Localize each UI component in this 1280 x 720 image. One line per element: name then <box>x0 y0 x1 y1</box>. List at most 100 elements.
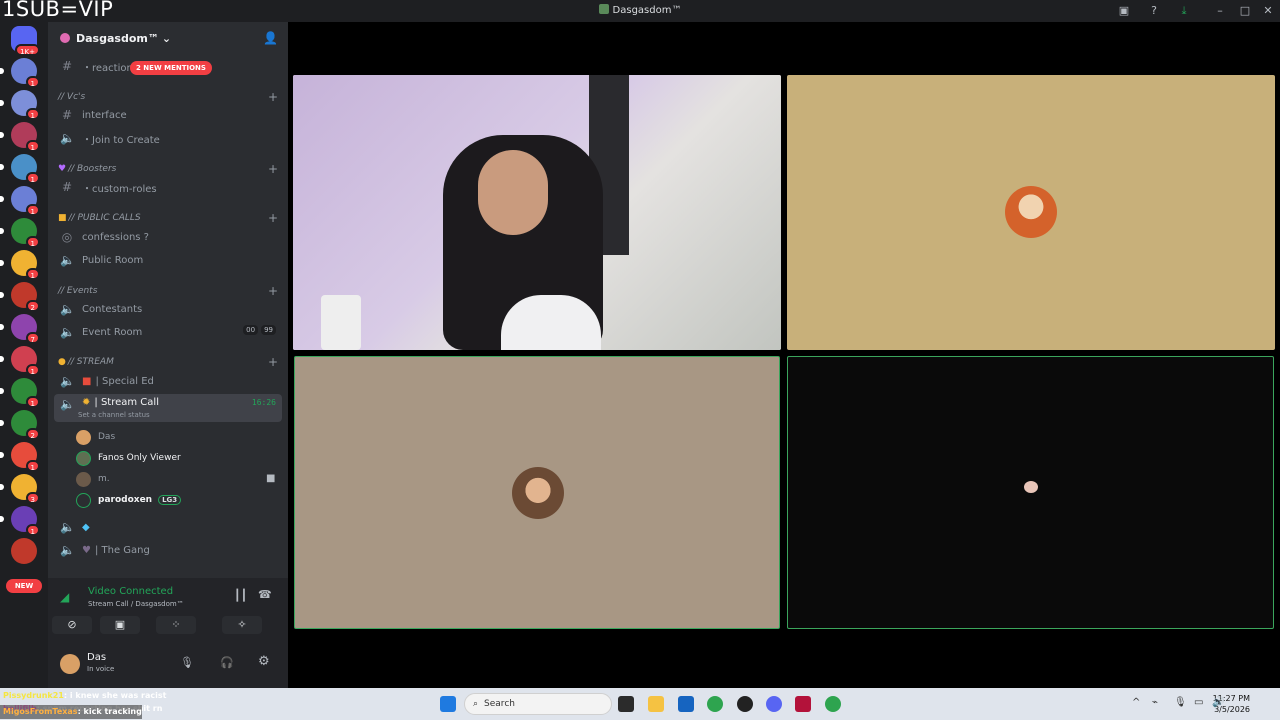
server-icon[interactable]: 1 <box>0 506 40 536</box>
add-channel-icon[interactable]: + <box>268 284 278 298</box>
channel-contestants[interactable]: 🔈 Contestants <box>54 299 282 319</box>
book-icon: ■ <box>82 375 92 387</box>
unread-pip <box>0 228 4 234</box>
microphone-icon[interactable]: 🎙 <box>1174 697 1187 708</box>
help-icon[interactable]: ? <box>1146 3 1162 19</box>
server-icon[interactable]: 3 <box>0 474 40 504</box>
file-explorer-icon[interactable] <box>648 696 664 712</box>
notification-badge: 2 <box>25 428 40 440</box>
server-icon[interactable]: 2 <box>0 282 40 312</box>
screen-share-button[interactable]: ▣ <box>100 616 140 634</box>
category-events[interactable]: // Events + <box>54 283 282 299</box>
channel-interface[interactable]: # interface <box>54 105 282 125</box>
channel-join-to-create[interactable]: 🔈 ・Join to Create <box>54 128 282 148</box>
tray-chevron-icon[interactable]: ^ <box>1132 697 1140 708</box>
participant-avatar <box>512 467 564 519</box>
soundboard-button[interactable]: ✧ <box>222 616 262 634</box>
avatar <box>76 471 91 487</box>
notification-badge: 1 <box>25 460 40 472</box>
channel-stream-call[interactable]: 🔈 ✹ | Stream Call 16:26 Set a channel st… <box>54 394 282 422</box>
server-icon[interactable]: 1 <box>0 378 40 408</box>
voice-user[interactable]: Das <box>76 427 115 447</box>
server-icon[interactable]: 7 <box>0 314 40 344</box>
category-stream[interactable]: ●// STREAM + <box>54 354 282 370</box>
unread-pip <box>0 260 4 266</box>
server-icon[interactable]: 1 <box>0 154 40 184</box>
unread-pip <box>0 164 4 170</box>
voice-user[interactable]: m. <box>76 469 110 489</box>
screen-share-icon[interactable]: ▣ <box>1116 3 1132 19</box>
avatar[interactable] <box>60 654 80 674</box>
server-header[interactable]: Dasgasdom™ ⌄ 👤 <box>48 22 288 54</box>
video-tile-avatar[interactable] <box>787 356 1274 629</box>
channel-custom-roles[interactable]: # ・custom-roles <box>54 177 282 197</box>
channel-event-room[interactable]: 🔈 Event Room 00 99 <box>54 322 282 342</box>
server-icon[interactable]: 1 <box>0 442 40 472</box>
signal-icon[interactable]: ◢ <box>60 590 69 604</box>
channel-status[interactable]: Set a channel status <box>78 411 150 419</box>
system-clock[interactable]: 11:27 PM 3/5/2026 <box>1200 693 1250 715</box>
category-public-calls[interactable]: ■// PUBLIC CALLS + <box>54 210 282 226</box>
server-icon[interactable]: 1 <box>0 218 40 248</box>
clock-time: 11:27 PM <box>1212 694 1250 703</box>
channel-confessions[interactable]: ◎ confessions ? <box>54 227 282 247</box>
channel-public-room[interactable]: 🔈 Public Room <box>54 250 282 270</box>
user-limit: 99 <box>261 325 276 335</box>
channel-gem[interactable]: 🔈 ◆ <box>54 517 282 537</box>
discord-icon[interactable] <box>766 696 782 712</box>
camera-toggle-button[interactable]: ⊘ <box>52 616 92 634</box>
category-boosters[interactable]: ♥// Boosters + <box>54 161 282 177</box>
chrome-icon[interactable] <box>825 696 841 712</box>
video-tile-avatar[interactable] <box>787 75 1275 350</box>
channel-special-ed[interactable]: 🔈 ■ | Special Ed <box>54 371 282 391</box>
network-icon[interactable]: ⌁ <box>1152 697 1158 708</box>
video-tile-avatar[interactable] <box>294 356 780 629</box>
display-icon[interactable]: ▭ <box>1194 697 1203 708</box>
voice-user[interactable]: Fanos Only Viewer <box>76 448 181 468</box>
search-input[interactable]: ⌕ Search <box>464 693 612 715</box>
store-icon[interactable] <box>678 696 694 712</box>
add-channel-icon[interactable]: + <box>268 355 278 369</box>
activities-button[interactable]: ⁘ <box>156 616 196 634</box>
add-channel-icon[interactable]: + <box>268 90 278 104</box>
video-tile-camera[interactable] <box>293 75 781 350</box>
server-icon[interactable]: 1 <box>0 90 40 120</box>
minimize-button[interactable]: – <box>1212 3 1228 19</box>
close-button[interactable]: ✕ <box>1260 3 1276 19</box>
speaker-icon: 🔈 <box>60 131 75 145</box>
home-icon[interactable]: 1K+ <box>11 26 40 56</box>
obs-icon[interactable] <box>737 696 753 712</box>
add-channel-icon[interactable]: + <box>268 162 278 176</box>
task-view-icon[interactable] <box>618 696 634 712</box>
microphone-icon[interactable]: 🎙 <box>180 656 194 669</box>
app-icon[interactable] <box>795 696 811 712</box>
invite-icon[interactable]: 👤 <box>263 31 278 45</box>
channel-the-gang[interactable]: 🔈 ♥ | The Gang <box>54 540 282 560</box>
add-channel-icon[interactable]: + <box>268 211 278 225</box>
server-icon[interactable]: 1 <box>0 122 40 152</box>
server-icon[interactable]: 1 <box>0 346 40 376</box>
new-mentions-pill[interactable]: 2 NEW MENTIONS <box>130 61 212 75</box>
volume-icon[interactable]: 🔊 <box>1212 697 1224 708</box>
maximize-button[interactable]: □ <box>1237 3 1253 19</box>
chat-user: Pissydrunk21 <box>3 691 64 700</box>
noise-suppression-icon[interactable]: ┃┃ <box>234 589 247 602</box>
category-vcs[interactable]: // Vc's + <box>54 89 282 105</box>
new-servers-pill[interactable]: NEW <box>6 579 42 593</box>
chrome-icon[interactable] <box>707 696 723 712</box>
headphones-icon[interactable]: 🎧 <box>220 656 234 669</box>
voice-user[interactable]: parodoxen LG3 <box>76 490 182 510</box>
server-icon[interactable]: 1 <box>0 250 40 280</box>
gear-icon[interactable]: ⚙ <box>258 654 270 669</box>
category-label: // STREAM <box>67 357 114 367</box>
server-icon[interactable] <box>11 538 37 564</box>
voice-location[interactable]: Stream Call / Dasgasdom™ <box>88 600 184 608</box>
notification-badge: 1 <box>25 172 40 184</box>
server-icon[interactable]: 2 <box>0 410 40 440</box>
speaker-icon: 🔈 <box>60 302 75 316</box>
disconnect-icon[interactable]: ☎ <box>258 588 272 601</box>
download-icon[interactable]: ⤓ <box>1176 3 1192 19</box>
start-icon[interactable] <box>440 696 456 712</box>
server-icon[interactable]: 1 <box>0 58 40 88</box>
server-icon[interactable]: 1 <box>0 186 40 216</box>
